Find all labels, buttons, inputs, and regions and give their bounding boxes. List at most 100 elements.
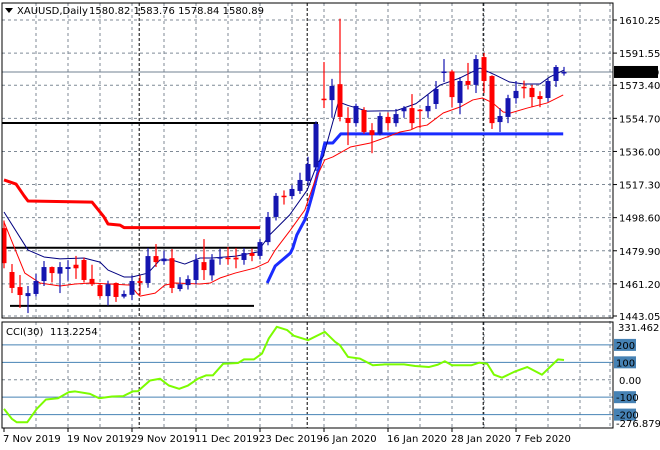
bearish-candle[interactable] [529,84,535,108]
bearish-candle[interactable] [81,257,87,283]
candle-body [265,216,271,243]
candle-body [553,67,559,81]
bullish-candle[interactable] [401,106,407,118]
date-axis-label: 7 Feb 2020 [515,434,571,445]
bullish-candle[interactable] [473,54,479,94]
bullish-candle[interactable] [25,285,31,314]
bullish-candle[interactable] [457,77,463,115]
bullish-candle[interactable] [505,94,511,124]
trading-chart[interactable]: 1610.25 1591.55 1573.40 1554.70 1536.00 1517.… [0,0,660,450]
candle-body [49,267,55,274]
bearish-candle[interactable] [137,275,143,295]
bullish-candle[interactable] [121,290,127,299]
lower-step-line [265,132,564,284]
bullish-candle[interactable] [145,247,151,288]
bullish-candle[interactable] [425,94,431,118]
bearish-candle[interactable] [73,255,79,279]
bullish-candle[interactable] [393,108,399,127]
candle-body [385,116,391,124]
candle-body [369,130,375,135]
candle-body [473,59,479,85]
candle-body [489,76,495,124]
date-axis-label: 19 Nov 2019 [67,434,131,445]
bullish-candle[interactable] [441,59,447,83]
bullish-candle[interactable] [553,65,559,88]
candle-body [73,264,79,269]
bullish-candle[interactable] [185,275,191,290]
candle-body [161,258,167,262]
bullish-candle[interactable] [377,112,383,136]
bullish-candle[interactable] [329,78,335,118]
bearish-candle[interactable] [281,190,287,205]
candle-body [321,98,327,101]
bullish-candle[interactable] [161,250,167,265]
bearish-candle[interactable] [361,107,367,134]
bullish-candle[interactable] [545,78,551,102]
bearish-candle[interactable] [97,284,103,299]
candle-body [153,256,159,263]
bullish-candle[interactable] [265,211,271,246]
bearish-candle[interactable] [49,266,55,283]
price-axis-label: 1536.00 [619,147,660,158]
bullish-candle[interactable] [65,260,71,281]
price-axis-label: 1554.70 [619,114,660,125]
bearish-candle[interactable] [9,264,15,294]
bullish-candle[interactable] [41,261,47,286]
candle-body [409,108,415,124]
bearish-candle[interactable] [449,70,455,108]
bearish-candle[interactable] [89,264,95,286]
bullish-candle[interactable] [497,108,503,132]
candle-body [81,259,87,280]
bullish-candle[interactable] [57,262,63,294]
bearish-candle[interactable] [385,112,391,131]
bearish-candle[interactable] [169,248,175,294]
cci-level-label: 200 [616,341,635,352]
price-axis-label: 1443.05 [619,312,660,323]
candle-body [273,195,279,217]
fast-moving-average-line [3,67,565,278]
bullish-candle[interactable] [257,239,263,260]
candle-body [417,109,423,112]
bullish-candle[interactable] [313,121,319,171]
bearish-candle[interactable] [345,107,351,146]
candle-body [169,258,175,288]
bullish-candle[interactable] [513,80,519,104]
price-axis-label: 1573.40 [619,81,660,92]
bearish-candle[interactable] [369,123,375,154]
candle-body [441,71,447,74]
candle-body [145,256,151,283]
bearish-candle[interactable] [337,18,343,122]
candle-body [393,114,399,124]
cci-axis-min-label: -276.8793 [616,419,660,430]
bullish-candle[interactable] [129,275,135,301]
bearish-candle[interactable] [409,94,415,129]
candle-body [561,71,567,74]
candle-body [289,188,295,197]
bullish-candle[interactable] [353,103,359,127]
bullish-candle[interactable] [289,185,295,200]
candle-body [361,110,367,132]
bearish-candle[interactable] [201,239,207,280]
price-axis-label: 1517.30 [619,181,660,192]
candle-body [105,284,111,297]
bullish-candle[interactable] [105,280,111,306]
triangle-down-icon[interactable] [5,8,13,13]
current-price-label: 1580.89 [618,68,659,79]
bearish-candle[interactable] [481,53,487,94]
bearish-candle[interactable] [489,75,495,129]
bullish-candle[interactable] [297,172,303,194]
bullish-candle[interactable] [305,156,311,186]
bearish-candle[interactable] [225,247,231,265]
bullish-candle[interactable] [273,193,279,221]
bearish-candle[interactable] [113,282,119,302]
candle-body [249,253,255,256]
price-axis-label: 1498.60 [619,214,660,225]
date-axis-label: 28 Jan 2020 [451,434,511,445]
candle-body [9,272,15,288]
candle-body [313,124,319,168]
bullish-candle[interactable] [33,273,39,297]
bearish-candle[interactable] [17,275,23,308]
candle-body [337,84,343,117]
bullish-candle[interactable] [177,277,183,292]
ohlc-values: 1580.82 1583.76 1578.84 1580.89 [89,6,264,17]
